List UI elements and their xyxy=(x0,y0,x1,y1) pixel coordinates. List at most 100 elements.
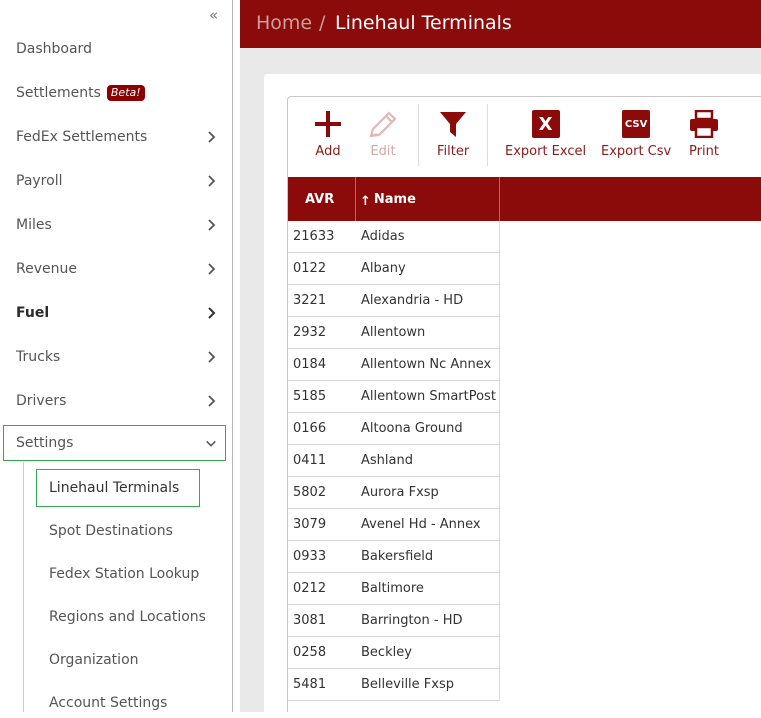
sidebar-item-fedex-settlements[interactable]: FedEx Settlements xyxy=(0,119,233,155)
sidebar-item-label: FedEx Settlements xyxy=(16,129,148,145)
cell-name: Barrington - HD xyxy=(361,613,463,628)
column-header-label: Name xyxy=(373,191,416,207)
cell-name: Allentown xyxy=(361,325,426,340)
table-row[interactable]: 2932 Allentown xyxy=(288,317,500,349)
sidebar-subitem-label: Organization xyxy=(49,652,139,668)
edit-button[interactable]: Edit xyxy=(367,110,399,159)
cell-avr: 0933 xyxy=(293,549,327,564)
table-row[interactable]: 0258 Beckley xyxy=(288,637,500,669)
cell-avr: 0258 xyxy=(293,645,327,660)
table-row[interactable]: 21633 Adidas xyxy=(288,221,500,253)
sidebar-item-fuel[interactable]: Fuel xyxy=(0,295,233,331)
cell-name: Avenel Hd - Annex xyxy=(361,517,481,532)
pencil-icon xyxy=(369,111,397,138)
table-row[interactable]: 0933 Bakersfield xyxy=(288,541,500,573)
sidebar-subitem-spot-destinations[interactable]: Spot Destinations xyxy=(49,516,173,546)
double-chevron-left-icon[interactable]: « xyxy=(209,6,218,24)
sidebar-item-settings[interactable]: Settings xyxy=(3,425,226,461)
sidebar-item-label: Settings xyxy=(16,435,74,451)
csv-icon-text: CSV xyxy=(624,118,648,130)
export-csv-button-label: Export Csv xyxy=(601,144,672,159)
breadcrumb-home[interactable]: Home xyxy=(256,12,312,34)
column-header-avr[interactable]: AVR xyxy=(305,177,334,221)
cell-avr: 2932 xyxy=(293,325,327,340)
sidebar-subitem-label: Account Settings xyxy=(49,695,168,711)
chevron-right-icon xyxy=(208,131,216,143)
sidebar-item-dashboard[interactable]: Dashboard xyxy=(0,31,233,67)
cell-avr: 21633 xyxy=(293,229,335,244)
cell-name: Allentown Nc Annex xyxy=(361,357,492,372)
plus-icon xyxy=(315,111,341,137)
sidebar-subitem-label: Regions and Locations xyxy=(49,609,206,625)
excel-icon-text: X xyxy=(538,113,553,135)
sidebar-item-miles[interactable]: Miles xyxy=(0,207,233,243)
table-row[interactable]: 5185 Allentown SmartPost xyxy=(288,381,500,413)
filter-button[interactable]: Filter xyxy=(437,110,469,159)
cell-name: Altoona Ground xyxy=(361,421,463,436)
column-divider[interactable] xyxy=(499,177,500,221)
sidebar-item-label: Revenue xyxy=(16,261,77,277)
table-row[interactable]: 0212 Baltimore xyxy=(288,573,500,605)
sidebar-item-label: Trucks xyxy=(16,349,61,365)
cell-avr: 0166 xyxy=(293,421,327,436)
sidebar-item-revenue[interactable]: Revenue xyxy=(0,251,233,287)
sidebar-subitem-account-settings[interactable]: Account Settings xyxy=(49,688,167,718)
table-body: 21633 Adidas 0122 Albany 3221 Alexandria - HD… xyxy=(288,221,500,701)
breadcrumb-separator: / xyxy=(319,12,326,34)
column-header-name[interactable]: ↑ Name xyxy=(360,177,416,221)
sidebar-subitem-label: Fedex Station Lookup xyxy=(49,566,200,582)
cell-name: Baltimore xyxy=(361,581,424,596)
cell-avr: 5802 xyxy=(293,485,327,500)
sort-ascending-icon: ↑ xyxy=(360,193,371,209)
table-row[interactable]: 5802 Aurora Fxsp xyxy=(288,477,500,509)
sidebar-item-label: Drivers xyxy=(16,393,67,409)
sidebar-item-settlements[interactable]: Settlements Beta! xyxy=(0,75,233,111)
table-row[interactable]: 0122 Albany xyxy=(288,253,500,285)
chevron-down-icon xyxy=(206,440,216,447)
page-title: Linehaul Terminals xyxy=(335,12,512,34)
sidebar-item-drivers[interactable]: Drivers xyxy=(0,383,233,419)
chevron-right-icon xyxy=(208,307,216,319)
table-row[interactable]: 5481 Belleville Fxsp xyxy=(288,669,500,701)
cell-avr: 0411 xyxy=(293,453,327,468)
sidebar-subitem-organization[interactable]: Organization xyxy=(49,645,139,675)
sidebar-subitem-fedex-station-lookup[interactable]: Fedex Station Lookup xyxy=(49,559,199,589)
edit-button-label: Edit xyxy=(370,144,396,159)
export-excel-button[interactable]: X Export Excel xyxy=(505,110,586,159)
sidebar-item-label: Fuel xyxy=(16,305,50,321)
table-row[interactable]: 0184 Allentown Nc Annex xyxy=(288,349,500,381)
table-row[interactable]: 3081 Barrington - HD xyxy=(288,605,500,637)
cell-avr: 0212 xyxy=(293,581,327,596)
print-button[interactable]: Print xyxy=(689,110,719,159)
cell-name: Alexandria - HD xyxy=(361,293,464,308)
beta-badge: Beta! xyxy=(106,85,145,101)
cell-name: Aurora Fxsp xyxy=(361,485,439,500)
sidebar-subitem-label: Linehaul Terminals xyxy=(49,480,180,496)
column-divider[interactable] xyxy=(355,177,356,221)
printer-icon xyxy=(690,110,718,138)
sidebar-item-trucks[interactable]: Trucks xyxy=(0,339,233,375)
table-row[interactable]: 0411 Ashland xyxy=(288,445,500,477)
sidebar-item-label: Settlements xyxy=(16,85,101,101)
cell-avr: 3081 xyxy=(293,613,327,628)
table-row[interactable]: 3079 Avenel Hd - Annex xyxy=(288,509,500,541)
cell-name: Bakersfield xyxy=(361,549,434,564)
submenu-guide-line xyxy=(23,462,24,712)
cell-avr: 3079 xyxy=(293,517,327,532)
cell-avr: 0184 xyxy=(293,357,327,372)
chevron-right-icon xyxy=(208,263,216,275)
cell-name: Adidas xyxy=(361,229,405,244)
cell-avr: 5185 xyxy=(293,389,327,404)
chevron-right-icon xyxy=(208,219,216,231)
table-row[interactable]: 3221 Alexandria - HD xyxy=(288,285,500,317)
sidebar-item-payroll[interactable]: Payroll xyxy=(0,163,233,199)
toolbar-separator xyxy=(487,104,488,166)
export-csv-button[interactable]: CSV Export Csv xyxy=(601,110,671,159)
table-header: AVR ↑ Name xyxy=(288,177,761,221)
filter-button-label: Filter xyxy=(437,144,470,159)
chevron-right-icon xyxy=(208,351,216,363)
sidebar-subitem-regions-and-locations[interactable]: Regions and Locations xyxy=(49,602,206,632)
table-row[interactable]: 0166 Altoona Ground xyxy=(288,413,500,445)
sidebar-subitem-linehaul-terminals[interactable]: Linehaul Terminals xyxy=(36,469,200,507)
add-button[interactable]: Add xyxy=(314,110,342,159)
